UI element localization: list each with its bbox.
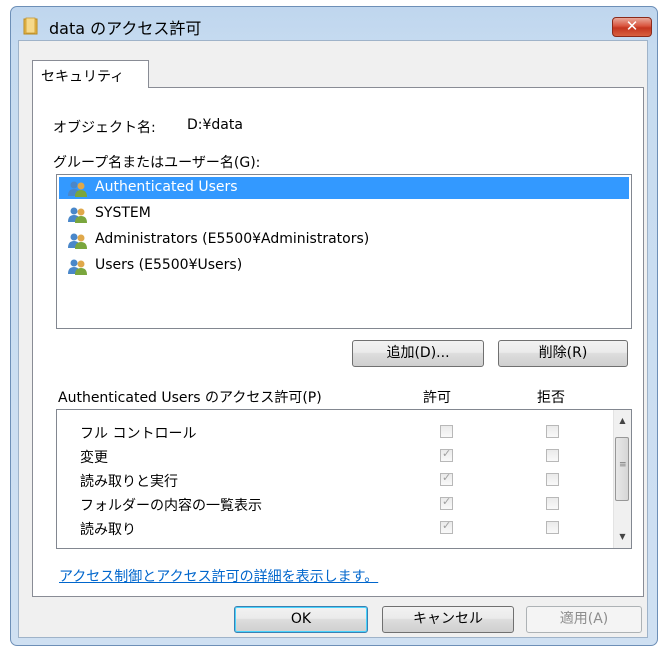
permission-name: 読み取りと実行 — [80, 474, 178, 490]
permissions-label: Authenticated Users のアクセス許可(P) — [58, 390, 322, 406]
allow-checkbox[interactable] — [440, 495, 453, 510]
permission-name: フォルダーの内容の一覧表示 — [80, 498, 262, 514]
scroll-down-icon[interactable]: ▼ — [614, 528, 631, 546]
permission-row: フル コントロール — [57, 420, 607, 444]
list-item[interactable]: Users (E5500¥Users) — [59, 255, 629, 277]
scroll-up-icon[interactable]: ▲ — [614, 412, 631, 430]
grip-icon: ≡ — [619, 460, 627, 470]
remove-button[interactable]: 削除(R) — [498, 340, 628, 367]
allow-checkbox[interactable] — [440, 471, 453, 486]
tab-security-label: セキュリティ — [41, 69, 125, 85]
permissions-scrollbar[interactable]: ▲ ≡ ▼ — [613, 410, 631, 548]
group-list-label: グループ名またはユーザー名(G): — [53, 155, 261, 171]
users-icon — [68, 233, 87, 249]
group-name: Users (E5500¥Users) — [95, 257, 243, 273]
allow-checkbox[interactable] — [440, 425, 453, 438]
allow-checkbox[interactable] — [440, 447, 453, 462]
permission-row: 読み取り — [57, 516, 607, 540]
deny-checkbox[interactable] — [546, 425, 559, 438]
deny-checkbox[interactable] — [546, 497, 559, 510]
permission-row: フォルダーの内容の一覧表示 — [57, 492, 607, 516]
cancel-button[interactable]: キャンセル — [382, 606, 514, 633]
deny-column-header: 拒否 — [537, 390, 565, 406]
users-icon — [68, 181, 87, 197]
group-name: SYSTEM — [95, 205, 151, 221]
deny-checkbox[interactable] — [546, 521, 559, 534]
group-name: Administrators (E5500¥Administrators) — [95, 231, 370, 247]
folder-icon — [23, 17, 38, 35]
permission-name: 読み取り — [80, 522, 136, 538]
permission-name: 変更 — [80, 450, 108, 466]
list-item[interactable]: Administrators (E5500¥Administrators) — [59, 229, 629, 251]
object-name-label: オブジェクト名: — [53, 120, 156, 136]
ok-button[interactable]: OK — [234, 606, 368, 633]
permission-row: 変更 — [57, 444, 607, 468]
apply-button[interactable]: 適用(A) — [526, 606, 642, 633]
permissions-list[interactable]: フル コントロール 変更 読み取りと実行 フォルダーの内容の一覧表示 読み取り … — [56, 409, 632, 549]
tab-security[interactable]: セキュリティ — [32, 60, 149, 88]
deny-checkbox[interactable] — [546, 473, 559, 486]
list-item[interactable]: Authenticated Users — [59, 177, 629, 199]
scroll-thumb[interactable]: ≡ — [615, 437, 629, 501]
add-button[interactable]: 追加(D)... — [352, 340, 484, 367]
users-icon — [68, 259, 87, 275]
permission-row: 読み取りと実行 — [57, 468, 607, 492]
list-item[interactable]: SYSTEM — [59, 203, 629, 225]
close-button[interactable]: ✕ — [612, 17, 652, 37]
access-control-details-link[interactable]: アクセス制御とアクセス許可の詳細を表示します。 — [59, 566, 378, 586]
window-title: data のアクセス許可 — [49, 19, 202, 38]
permission-name: フル コントロール — [80, 426, 197, 442]
deny-checkbox[interactable] — [546, 449, 559, 462]
object-name-value: D:¥data — [187, 117, 243, 133]
users-icon — [68, 207, 87, 223]
allow-column-header: 許可 — [423, 390, 451, 406]
allow-checkbox[interactable] — [440, 519, 453, 534]
title-bar[interactable]: data のアクセス許可 ✕ — [11, 7, 657, 43]
group-name: Authenticated Users — [95, 179, 238, 195]
group-list[interactable]: Authenticated Users SYSTEM Administrator… — [56, 174, 632, 329]
